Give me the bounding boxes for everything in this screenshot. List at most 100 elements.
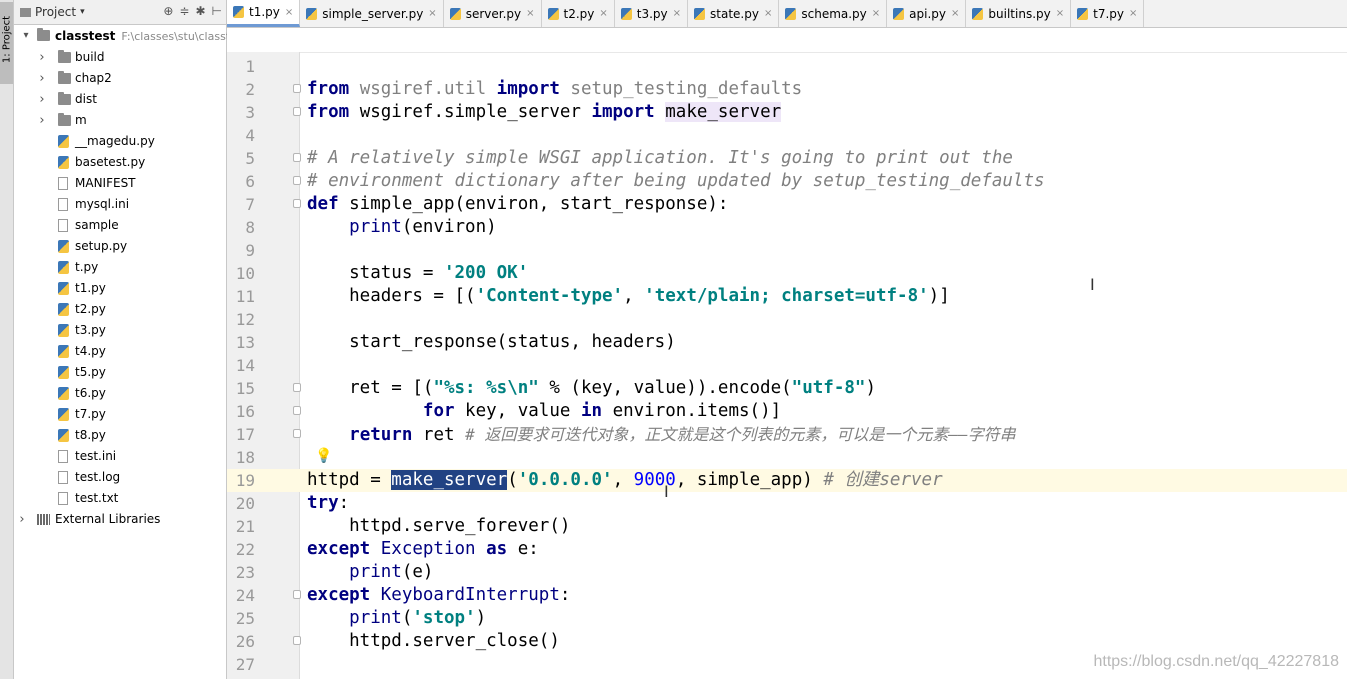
code-line-26[interactable]: 26 httpd.server_close() [227, 630, 1347, 653]
editor-tab[interactable]: t7.py × [1071, 0, 1145, 27]
code-line-5[interactable]: 5 # A relatively simple WSGI application.… [227, 147, 1347, 170]
fold-icon[interactable] [293, 636, 301, 645]
tree-item[interactable]: › chap2 [14, 68, 226, 89]
hide-icon[interactable]: ⊢ [212, 4, 222, 18]
python-file-icon [58, 366, 69, 379]
code-line-25[interactable]: 25 print('stop') [227, 607, 1347, 630]
editor-tab[interactable]: schema.py × [779, 0, 888, 27]
tree-item[interactable]: t5.py [14, 362, 226, 383]
project-view-selector[interactable]: Project ▾ [20, 5, 85, 19]
code-line-10[interactable]: 10 status = '200 OK' [227, 262, 1347, 285]
editor-tab[interactable]: simple_server.py × [300, 0, 444, 27]
chevron-right-icon[interactable]: › [37, 47, 47, 68]
tree-item[interactable]: test.log [14, 467, 226, 488]
code-line-14[interactable]: 14 [227, 354, 1347, 377]
chevron-right-icon[interactable]: › [37, 110, 47, 131]
close-icon[interactable]: × [599, 8, 607, 19]
chevron-right-icon[interactable]: › [37, 89, 47, 110]
code-line-22[interactable]: 22 except Exception as e: [227, 538, 1347, 561]
code-line-1[interactable]: 1 [227, 55, 1347, 78]
editor-tab[interactable]: t2.py × [542, 0, 615, 27]
fold-icon[interactable] [293, 590, 301, 599]
tree-item[interactable]: t2.py [14, 299, 226, 320]
editor-tab[interactable]: state.py × [688, 0, 780, 27]
code-line-6[interactable]: 6 # environment dictionary after being up… [227, 170, 1347, 193]
fold-icon[interactable] [293, 153, 301, 162]
code-line-16[interactable]: 16 for key, value in environ.items()] [227, 400, 1347, 423]
code-line-23[interactable]: 23 print(e) [227, 561, 1347, 584]
editor-tab[interactable]: builtins.py × [966, 0, 1072, 27]
gear-icon[interactable]: ✱ [195, 4, 205, 18]
code-line-7[interactable]: 7 def simple_app(environ, start_response)… [227, 193, 1347, 216]
lightbulb-icon[interactable]: 💡 [315, 445, 332, 468]
folder-icon [58, 113, 71, 126]
locate-icon[interactable]: ⊕ [163, 4, 173, 18]
tree-item[interactable]: basetest.py [14, 152, 226, 173]
tree-item[interactable]: t7.py [14, 404, 226, 425]
code-line-9[interactable]: 9 [227, 239, 1347, 262]
code-editor[interactable]: 1 2 from wsgiref.util import setup_testin… [227, 28, 1347, 679]
fold-icon[interactable] [293, 429, 301, 438]
code-line-18[interactable]: 18 💡 [227, 446, 1347, 469]
close-icon[interactable]: × [1129, 8, 1137, 19]
code-line-11[interactable]: 11 headers = [('Content-type', 'text/pla… [227, 285, 1347, 308]
close-icon[interactable]: × [764, 8, 772, 19]
text-file-icon [58, 492, 68, 505]
tree-root[interactable]: ▾ classtest F:\classes\stu\classt [14, 25, 230, 47]
editor-tab[interactable]: t3.py × [615, 0, 689, 27]
chevron-right-icon[interactable]: › [17, 509, 27, 530]
code-line-12[interactable]: 12 [227, 308, 1347, 331]
tree-item[interactable]: mysql.ini [14, 194, 226, 215]
code-line-13[interactable]: 13 start_response(status, headers) [227, 331, 1347, 354]
tree-item[interactable]: test.ini [14, 446, 226, 467]
tree-item[interactable]: t4.py [14, 341, 226, 362]
tree-item[interactable]: __magedu.py [14, 131, 226, 152]
tree-item[interactable]: › build [14, 47, 226, 68]
tree-item[interactable]: t1.py [14, 278, 226, 299]
tree-item-external-libraries[interactable]: › External Libraries [14, 509, 226, 530]
close-icon[interactable]: × [526, 8, 534, 19]
tree-item[interactable]: t3.py [14, 320, 226, 341]
tree-item[interactable]: MANIFEST [14, 173, 226, 194]
tree-item-label: MANIFEST [75, 176, 136, 190]
tree-item[interactable]: setup.py [14, 236, 226, 257]
editor-tab[interactable]: server.py × [444, 0, 542, 27]
code-line-19[interactable]: 19 httpd = make_server('0.0.0.0', 9000, s… [227, 469, 1347, 492]
editor-tab[interactable]: t1.py × [227, 0, 301, 27]
editor-tab[interactable]: api.py × [887, 0, 967, 27]
close-icon[interactable]: × [673, 8, 681, 19]
project-tool-tab[interactable]: 1: Project [0, 2, 13, 84]
close-icon[interactable]: × [1056, 8, 1064, 19]
code-line-17[interactable]: 17 return ret # 返回要求可迭代对象，正文就是这个列表的元素，可以… [227, 423, 1347, 446]
fold-icon[interactable] [293, 383, 301, 392]
fold-icon[interactable] [293, 199, 301, 208]
close-icon[interactable]: × [872, 8, 880, 19]
chevron-down-icon[interactable]: ▾ [21, 25, 31, 47]
tree-item[interactable]: t.py [14, 257, 226, 278]
fold-icon[interactable] [293, 406, 301, 415]
code-line-21[interactable]: 21 httpd.serve_forever() [227, 515, 1347, 538]
code-line-15[interactable]: 15 ret = [("%s: %s\n" % (key, value)).en… [227, 377, 1347, 400]
code-line-20[interactable]: 20 try: [227, 492, 1347, 515]
fold-icon[interactable] [293, 107, 301, 116]
code-line-2[interactable]: 2 from wsgiref.util import setup_testing_… [227, 78, 1347, 101]
code-line-4[interactable]: 4 [227, 124, 1347, 147]
chevron-down-icon[interactable]: ▾ [80, 7, 85, 17]
close-icon[interactable]: × [428, 8, 436, 19]
close-icon[interactable]: × [951, 8, 959, 19]
tree-item[interactable]: sample [14, 215, 226, 236]
tree-item[interactable]: test.txt [14, 488, 226, 509]
chevron-right-icon[interactable]: › [37, 68, 47, 89]
tree-item[interactable]: › dist [14, 89, 226, 110]
tree-item[interactable]: › m [14, 110, 226, 131]
fold-icon[interactable] [293, 84, 301, 93]
tree-item[interactable]: t6.py [14, 383, 226, 404]
code-line-24[interactable]: 24 except KeyboardInterrupt: [227, 584, 1347, 607]
code-line-8[interactable]: 8 print(environ) [227, 216, 1347, 239]
close-icon[interactable]: × [285, 7, 293, 18]
fold-icon[interactable] [293, 176, 301, 185]
collapse-icon[interactable]: ≑ [179, 4, 189, 18]
tree-item[interactable]: t8.py [14, 425, 226, 446]
code-line-3[interactable]: 3 from wsgiref.simple_server import make_… [227, 101, 1347, 124]
python-file-icon [449, 7, 461, 20]
